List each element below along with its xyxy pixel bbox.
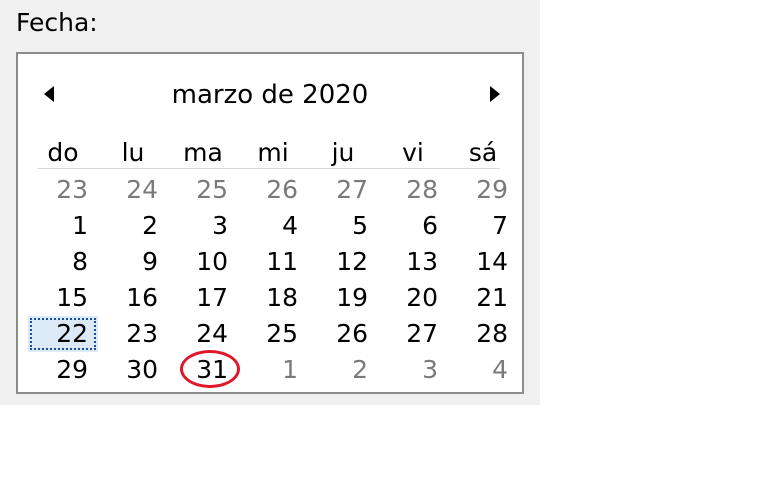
- date-field-label: Fecha:: [16, 8, 98, 37]
- day-cell[interactable]: 19: [308, 280, 378, 316]
- weekday-label: do: [47, 138, 79, 167]
- day-cell-other-month[interactable]: 26: [238, 172, 308, 208]
- day-cell-other-month[interactable]: 29: [448, 172, 518, 208]
- day-cell[interactable]: 29: [28, 352, 98, 388]
- day-grid: 23 24 25 26 27 28 29 1 2 3 4 5 6 7 8 9 10 11 12 13 14 15 16 17 1…: [28, 172, 518, 392]
- day-cell[interactable]: 3: [168, 208, 238, 244]
- day-cell[interactable]: 11: [238, 244, 308, 280]
- weekday-label: ma: [183, 138, 223, 167]
- weekday-label: sá: [468, 138, 498, 167]
- day-cell[interactable]: 15: [28, 280, 98, 316]
- day-cell[interactable]: 12: [308, 244, 378, 280]
- day-cell-other-month[interactable]: 25: [168, 172, 238, 208]
- day-cell[interactable]: 21: [448, 280, 518, 316]
- day-cell[interactable]: 28: [448, 316, 518, 352]
- weekday-header: do lu ma mi ju vi sá: [28, 136, 518, 170]
- weekday-label: ju: [331, 138, 355, 167]
- day-cell-other-month[interactable]: 1: [238, 352, 308, 388]
- day-cell[interactable]: 5: [308, 208, 378, 244]
- day-cell[interactable]: 25: [238, 316, 308, 352]
- day-cell-other-month[interactable]: 27: [308, 172, 378, 208]
- day-cell[interactable]: 26: [308, 316, 378, 352]
- day-cell-other-month[interactable]: 23: [28, 172, 98, 208]
- next-month-icon[interactable]: [490, 86, 500, 102]
- day-cell[interactable]: 2: [98, 208, 168, 244]
- date-panel: Fecha: marzo de 2020 do lu ma mi ju vi sá 23 24…: [0, 0, 540, 405]
- day-cell[interactable]: 1: [28, 208, 98, 244]
- day-cell-other-month[interactable]: 24: [98, 172, 168, 208]
- day-cell-other-month[interactable]: 4: [448, 352, 518, 388]
- day-cell[interactable]: 14: [448, 244, 518, 280]
- day-cell[interactable]: 4: [238, 208, 308, 244]
- day-cell-other-month[interactable]: 3: [378, 352, 448, 388]
- day-cell[interactable]: 23: [98, 316, 168, 352]
- day-cell[interactable]: 7: [448, 208, 518, 244]
- day-cell[interactable]: 18: [238, 280, 308, 316]
- day-cell[interactable]: 27: [378, 316, 448, 352]
- weekday-label: vi: [402, 138, 424, 167]
- day-cell[interactable]: 10: [168, 244, 238, 280]
- day-cell-other-month[interactable]: 2: [308, 352, 378, 388]
- day-cell[interactable]: 31: [168, 352, 238, 388]
- day-cell[interactable]: 20: [378, 280, 448, 316]
- day-cell[interactable]: 16: [98, 280, 168, 316]
- weekday-separator: [38, 168, 500, 169]
- month-calendar: marzo de 2020 do lu ma mi ju vi sá 23 24 25 26 27 2…: [16, 52, 524, 394]
- day-cell[interactable]: 6: [378, 208, 448, 244]
- day-cell[interactable]: 17: [168, 280, 238, 316]
- weekday-label: lu: [121, 138, 145, 167]
- day-cell[interactable]: 9: [98, 244, 168, 280]
- day-cell[interactable]: 13: [378, 244, 448, 280]
- month-title[interactable]: marzo de 2020: [18, 78, 522, 112]
- day-cell[interactable]: 8: [28, 244, 98, 280]
- day-cell[interactable]: 30: [98, 352, 168, 388]
- weekday-label: mi: [257, 138, 289, 167]
- day-cell-today[interactable]: 22: [28, 316, 98, 352]
- day-cell-other-month[interactable]: 28: [378, 172, 448, 208]
- day-cell[interactable]: 24: [168, 316, 238, 352]
